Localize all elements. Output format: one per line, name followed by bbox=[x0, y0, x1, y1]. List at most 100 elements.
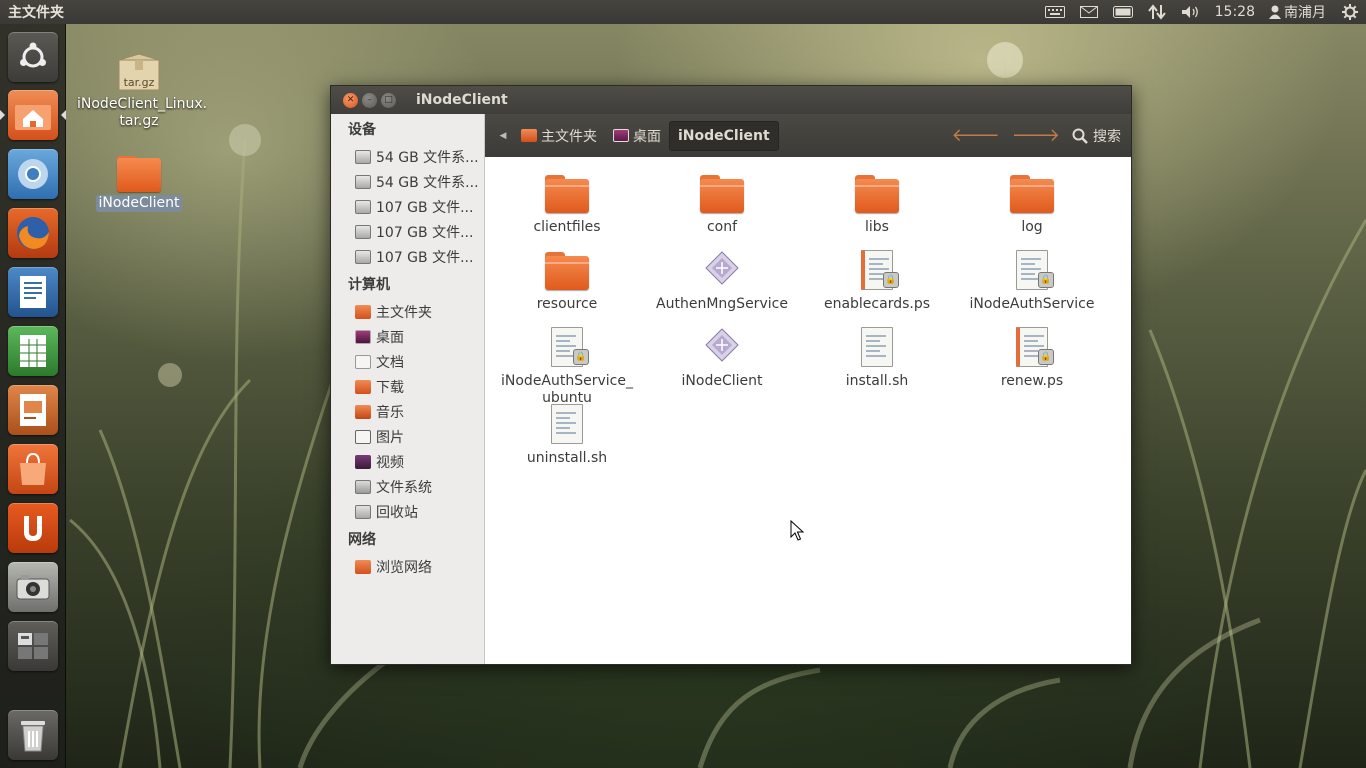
user-icon bbox=[1269, 5, 1281, 19]
sidebar-item-computer-2[interactable]: 文档 bbox=[331, 349, 484, 374]
breadcrumb-current-folder[interactable]: iNodeClient bbox=[669, 120, 779, 151]
desktop-icon-inodeclient-folder[interactable]: iNodeClient bbox=[74, 150, 204, 212]
back-arrow-icon[interactable]: 🡐 bbox=[951, 125, 999, 146]
pics-icon bbox=[355, 429, 371, 444]
firefox-icon bbox=[17, 217, 49, 249]
sidebar-item-computer-1[interactable]: 桌面 bbox=[331, 324, 484, 349]
locked-document-icon: 🔒 bbox=[1008, 323, 1056, 371]
sidebar-item-device-1[interactable]: 54 GB 文件系... bbox=[331, 169, 484, 194]
launcher-trash[interactable] bbox=[8, 710, 58, 760]
sidebar-item-label: 文档 bbox=[376, 354, 404, 371]
mail-icon[interactable] bbox=[1079, 5, 1099, 19]
text-document-icon bbox=[543, 400, 591, 448]
sidebar-item-network-0[interactable]: 浏览网络 bbox=[331, 554, 484, 579]
window-titlebar[interactable]: ✕ – □ iNodeClient bbox=[331, 86, 1131, 114]
video-icon bbox=[355, 454, 371, 469]
trash-icon bbox=[355, 504, 371, 519]
sidebar-item-computer-8[interactable]: 回收站 bbox=[331, 499, 484, 524]
ubuntu-one-icon bbox=[24, 516, 42, 541]
sidebar-item-device-0[interactable]: 54 GB 文件系... bbox=[331, 144, 484, 169]
shopping-bag-icon bbox=[20, 452, 46, 485]
file-name: log bbox=[1021, 219, 1043, 235]
executable-icon bbox=[698, 246, 746, 294]
sidebar-item-label: 文件系统 bbox=[376, 479, 432, 496]
sidebar-item-device-4[interactable]: 107 GB 文件... bbox=[331, 244, 484, 269]
file-name: uninstall.sh bbox=[526, 450, 608, 466]
launcher-chromium[interactable] bbox=[8, 149, 58, 199]
launcher-calc[interactable] bbox=[8, 326, 58, 376]
net-icon bbox=[355, 559, 371, 574]
places-sidebar: 设备 54 GB 文件系... 54 GB 文件系... 107 GB 文件... 1… bbox=[331, 114, 485, 664]
close-button[interactable]: ✕ bbox=[343, 92, 358, 108]
launcher-software-center[interactable] bbox=[8, 444, 58, 494]
file-name: AuthenMngService bbox=[656, 296, 788, 312]
sidebar-item-device-2[interactable]: 107 GB 文件... bbox=[331, 194, 484, 219]
file-item[interactable]: uninstall.sh bbox=[497, 400, 637, 467]
launcher-camera[interactable] bbox=[8, 562, 58, 612]
sidebar-item-label: 主文件夹 bbox=[376, 304, 432, 321]
breadcrumb-home[interactable]: 主文件夹 bbox=[513, 121, 605, 151]
breadcrumb-desktop[interactable]: 桌面 bbox=[605, 121, 669, 151]
drive-icon bbox=[355, 199, 371, 214]
sidebar-item-label: 54 GB 文件系... bbox=[376, 174, 479, 191]
sidebar-item-computer-0[interactable]: 主文件夹 bbox=[331, 299, 484, 324]
file-item[interactable]: clientfiles bbox=[497, 169, 637, 236]
sidebar-item-computer-5[interactable]: 图片 bbox=[331, 424, 484, 449]
file-item[interactable]: iNodeClient bbox=[652, 323, 792, 390]
file-item[interactable]: AuthenMngService bbox=[652, 246, 792, 313]
file-item[interactable]: install.sh bbox=[807, 323, 947, 390]
volume-icon[interactable] bbox=[1181, 5, 1201, 19]
launcher-firefox[interactable] bbox=[8, 208, 58, 258]
dash-home-button[interactable] bbox=[8, 32, 58, 82]
sidebar-item-computer-6[interactable]: 视频 bbox=[331, 449, 484, 474]
text-document-icon bbox=[853, 323, 901, 371]
file-name: conf bbox=[706, 219, 738, 235]
file-view[interactable]: clientfiles conf libs log resource AuthenMngS… bbox=[485, 157, 1131, 664]
file-item[interactable]: conf bbox=[652, 169, 792, 236]
drive-icon bbox=[355, 174, 371, 189]
chromium-icon bbox=[18, 159, 48, 189]
sidebar-item-label: 下载 bbox=[376, 379, 404, 396]
network-icon[interactable] bbox=[1147, 4, 1167, 20]
keyboard-icon[interactable] bbox=[1044, 5, 1065, 19]
sidebar-item-device-3[interactable]: 107 GB 文件... bbox=[331, 219, 484, 244]
maximize-button[interactable]: □ bbox=[381, 92, 396, 108]
file-item[interactable]: 🔒 iNodeAuthService_ ubuntu bbox=[497, 323, 637, 407]
launcher-workspace-switcher[interactable] bbox=[8, 621, 58, 671]
file-name: enablecards.ps bbox=[823, 296, 931, 312]
clock[interactable]: 15:28 bbox=[1215, 4, 1255, 20]
launcher-home-folder[interactable] bbox=[8, 90, 58, 140]
archive-badge-text: tar.gz bbox=[123, 76, 155, 89]
minimize-button[interactable]: – bbox=[362, 92, 377, 108]
search-button[interactable]: 搜索 bbox=[1072, 126, 1121, 146]
file-name: clientfiles bbox=[533, 219, 601, 235]
folder-icon bbox=[117, 158, 161, 192]
session-gear-icon[interactable] bbox=[1340, 4, 1360, 20]
battery-icon[interactable] bbox=[1112, 5, 1133, 19]
launcher-ubuntu-one[interactable] bbox=[8, 503, 58, 553]
forward-arrow-icon[interactable]: 🡒 bbox=[1012, 125, 1060, 146]
user-menu[interactable]: 南浦月 bbox=[1269, 2, 1326, 22]
file-name: libs bbox=[865, 219, 889, 235]
launcher bbox=[0, 24, 66, 768]
file-item[interactable]: 🔒 enablecards.ps bbox=[807, 246, 947, 313]
file-item[interactable]: 🔒 renew.ps bbox=[962, 323, 1102, 390]
sidebar-item-label: 54 GB 文件系... bbox=[376, 149, 479, 166]
sidebar-item-label: 音乐 bbox=[376, 404, 404, 421]
executable-icon bbox=[698, 323, 746, 371]
desktop-icon-label: iNodeClient_Linux. bbox=[77, 96, 208, 112]
launcher-impress[interactable] bbox=[8, 385, 58, 435]
active-indicator bbox=[61, 110, 66, 120]
desktop-icon-archive[interactable]: tar.gz iNodeClient_Linux. tar.gz bbox=[74, 52, 207, 130]
file-item[interactable]: resource bbox=[497, 246, 637, 313]
sidebar-item-computer-7[interactable]: 文件系统 bbox=[331, 474, 484, 499]
file-item[interactable]: log bbox=[962, 169, 1102, 236]
file-item[interactable]: libs bbox=[807, 169, 947, 236]
sidebar-item-computer-4[interactable]: 音乐 bbox=[331, 399, 484, 424]
file-name: renew.ps bbox=[1000, 373, 1064, 389]
launcher-writer[interactable] bbox=[8, 267, 58, 317]
file-item[interactable]: 🔒 iNodeAuthService bbox=[962, 246, 1102, 313]
file-manager-window: ✕ – □ iNodeClient 设备 54 GB 文件系... 54 GB 文… bbox=[330, 85, 1132, 665]
breadcrumb-scroll-left-icon[interactable]: ◀ bbox=[493, 131, 513, 141]
sidebar-item-computer-3[interactable]: 下载 bbox=[331, 374, 484, 399]
